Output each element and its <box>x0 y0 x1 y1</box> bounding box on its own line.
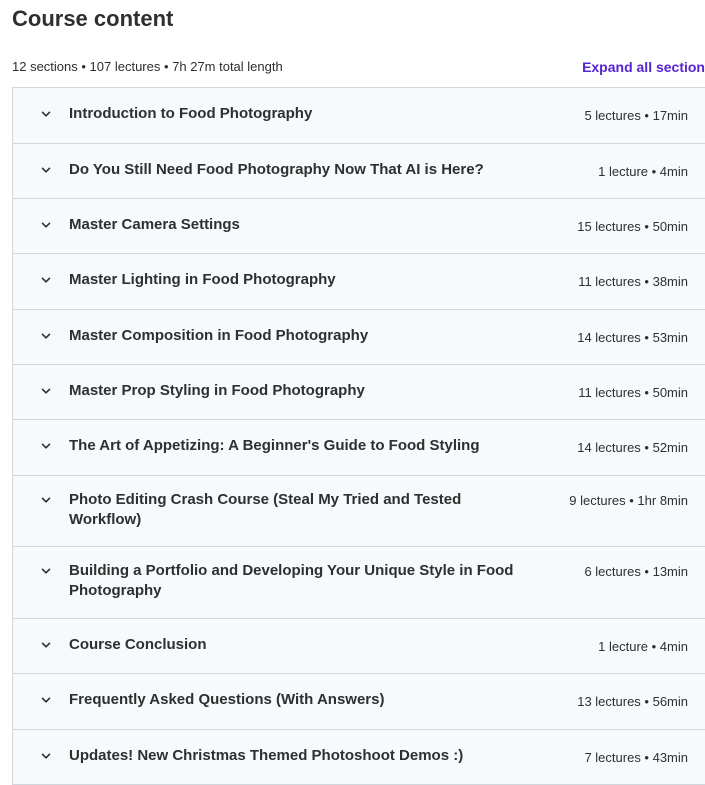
course-summary-bar: 12 sections • 107 lectures • 7h 27m tota… <box>12 58 705 76</box>
expand-all-button[interactable]: Expand all section <box>582 58 705 76</box>
section-meta: 11 lectures • 38min <box>578 274 688 289</box>
course-summary: 12 sections • 107 lectures • 7h 27m tota… <box>12 59 283 74</box>
section-row[interactable]: Frequently Asked Questions (With Answers… <box>13 674 705 730</box>
section-meta: 14 lectures • 52min <box>577 440 688 455</box>
section-title: Photo Editing Crash Course (Steal My Tri… <box>69 491 462 528</box>
section-title: Master Prop Styling in Food Photography <box>69 382 365 399</box>
section-row[interactable]: Master Lighting in Food Photography 11 l… <box>13 254 705 310</box>
section-title: Course Conclusion <box>69 636 207 653</box>
section-meta: 13 lectures • 56min <box>577 694 688 709</box>
section-row[interactable]: Do You Still Need Food Photography Now T… <box>13 144 705 199</box>
chevron-down-icon <box>40 164 52 176</box>
section-meta: 14 lectures • 53min <box>577 330 688 345</box>
section-list: Introduction to Food Photography 5 lectu… <box>12 87 705 785</box>
section-title: Master Lighting in Food Photography <box>69 271 336 288</box>
page-title: Course content <box>12 6 174 31</box>
section-row[interactable]: Introduction to Food Photography 5 lectu… <box>13 88 705 144</box>
section-row[interactable]: Course Conclusion 1 lecture • 4min <box>13 619 705 674</box>
section-meta: 11 lectures • 50min <box>578 385 688 400</box>
chevron-down-icon <box>40 750 52 762</box>
chevron-down-icon <box>40 639 52 651</box>
chevron-down-icon <box>40 440 52 452</box>
section-title: Frequently Asked Questions (With Answers… <box>69 691 385 708</box>
chevron-down-icon <box>40 494 52 506</box>
section-row[interactable]: Building a Portfolio and Developing Your… <box>13 547 705 619</box>
section-meta: 6 lectures • 13min <box>584 564 688 579</box>
chevron-down-icon <box>40 565 52 577</box>
section-row[interactable]: Photo Editing Crash Course (Steal My Tri… <box>13 476 705 547</box>
section-meta: 7 lectures • 43min <box>584 750 688 765</box>
section-row[interactable]: Master Prop Styling in Food Photography … <box>13 365 705 420</box>
chevron-down-icon <box>40 108 52 120</box>
chevron-down-icon <box>40 219 52 231</box>
section-meta: 9 lectures • 1hr 8min <box>569 493 688 508</box>
section-row[interactable]: The Art of Appetizing: A Beginner's Guid… <box>13 420 705 476</box>
section-meta: 1 lecture • 4min <box>598 164 688 179</box>
section-title: Building a Portfolio and Developing Your… <box>69 562 514 599</box>
section-row[interactable]: Updates! New Christmas Themed Photoshoot… <box>13 730 705 785</box>
chevron-down-icon <box>40 694 52 706</box>
section-title: Do You Still Need Food Photography Now T… <box>69 161 484 178</box>
section-row[interactable]: Master Composition in Food Photography 1… <box>13 310 705 365</box>
chevron-down-icon <box>40 274 52 286</box>
chevron-down-icon <box>40 330 52 342</box>
section-title: Master Composition in Food Photography <box>69 327 369 344</box>
chevron-down-icon <box>40 385 52 397</box>
section-meta: 1 lecture • 4min <box>598 639 688 654</box>
section-title: The Art of Appetizing: A Beginner's Guid… <box>69 437 480 454</box>
section-title: Updates! New Christmas Themed Photoshoot… <box>69 747 464 764</box>
section-title: Master Camera Settings <box>69 216 240 233</box>
section-row[interactable]: Master Camera Settings 15 lectures • 50m… <box>13 199 705 254</box>
section-title: Introduction to Food Photography <box>69 105 313 122</box>
section-meta: 15 lectures • 50min <box>577 219 688 234</box>
section-meta: 5 lectures • 17min <box>584 108 688 123</box>
